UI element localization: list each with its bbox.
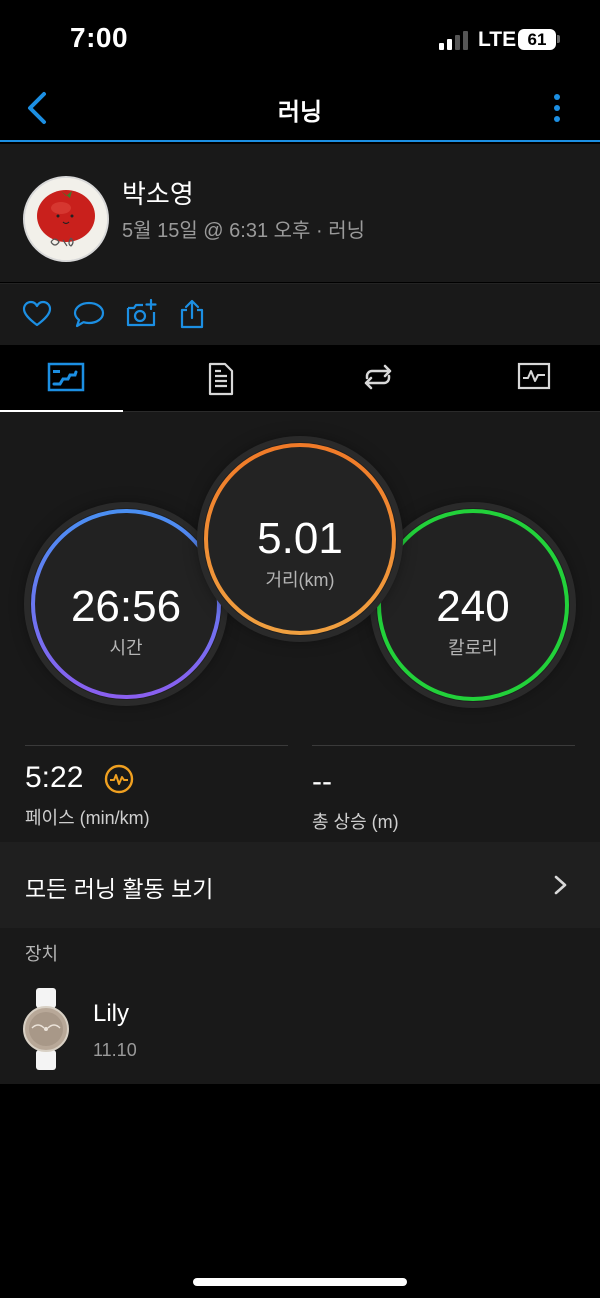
nav-bar: 러닝 — [0, 80, 600, 142]
battery-icon: 61 — [518, 29, 556, 50]
page-title: 러닝 — [277, 99, 323, 126]
pace-label: 페이스 (min/km) — [25, 808, 150, 828]
activity-header: 박소영 5월 15일 @ 6:31 오후 · 러닝 — [0, 144, 600, 282]
summary-tab-icon — [47, 362, 85, 392]
laps-tab-icon — [364, 364, 392, 390]
home-indicator[interactable] — [193, 1278, 407, 1286]
activity-tabs — [0, 346, 600, 413]
comment-icon[interactable] — [73, 298, 105, 330]
avatar-image — [25, 178, 107, 260]
watch-icon — [23, 988, 69, 1070]
more-vertical-icon[interactable] — [540, 86, 574, 130]
view-all-runs-label: 모든 러닝 활동 보기 — [25, 876, 214, 902]
share-icon[interactable] — [176, 298, 208, 330]
chevron-right-icon — [554, 875, 567, 895]
battery-tip — [557, 35, 560, 43]
divider — [25, 745, 288, 746]
social-actions — [0, 283, 600, 345]
avatar[interactable] — [23, 176, 109, 262]
device-version: 11.10 — [93, 1040, 137, 1060]
pace-value: 5:22 — [25, 761, 84, 794]
tab-summary[interactable] — [0, 346, 141, 413]
calories-value: 240 — [436, 582, 510, 631]
status-bar: 7:00 LTE 61 — [0, 0, 600, 80]
calories-label: 칼로리 — [448, 638, 498, 658]
network-type: LTE — [478, 28, 517, 51]
tab-charts[interactable] — [459, 346, 600, 412]
distance-ring: 5.01 거리(km) — [203, 442, 397, 636]
device-section: 장치 Lily 11.10 — [0, 928, 600, 1084]
heart-icon[interactable] — [21, 298, 53, 330]
activity-meta: 5월 15일 @ 6:31 오후 · 러닝 — [122, 220, 365, 242]
status-time: 7:00 — [70, 22, 129, 53]
add-photo-icon[interactable] — [125, 298, 157, 330]
elevation-label: 총 상승 (m) — [312, 812, 399, 832]
time-ring: 26:56 시간 — [30, 508, 222, 700]
divider — [312, 745, 575, 746]
details-tab-icon — [208, 362, 234, 396]
tab-details[interactable] — [146, 346, 296, 412]
charts-tab-icon — [517, 362, 551, 390]
device-name[interactable]: Lily — [93, 1000, 129, 1028]
summary-panel: 26:56 시간 240 칼로리 5.01 거리(km) 5:22 페이스 (m… — [0, 412, 600, 842]
view-all-runs-row[interactable]: 모든 러닝 활동 보기 — [0, 842, 600, 928]
distance-value: 5.01 — [257, 514, 343, 563]
time-value: 26:56 — [70, 582, 182, 631]
pace-metric: 5:22 페이스 (min/km) — [25, 745, 288, 835]
elevation-value: -- — [312, 765, 332, 798]
tab-laps[interactable] — [303, 346, 453, 412]
calories-ring: 240 칼로리 — [376, 508, 570, 702]
time-label: 시간 — [109, 638, 143, 658]
pace-chart-icon[interactable] — [104, 764, 134, 794]
athlete-name[interactable]: 박소영 — [122, 174, 194, 211]
signal-icon — [439, 31, 468, 50]
device-heading: 장치 — [25, 944, 59, 964]
distance-label: 거리(km) — [265, 570, 335, 590]
elevation-metric: -- 총 상승 (m) — [312, 745, 575, 835]
